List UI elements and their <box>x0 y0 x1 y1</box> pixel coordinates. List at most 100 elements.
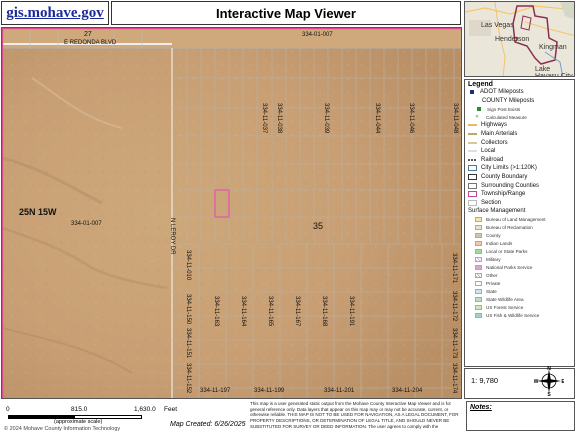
map-created-date: Map Created: 6/26/2025 <box>170 421 246 428</box>
legend-item: Surface Management <box>468 207 571 216</box>
legend-item-label: County Boundary <box>481 174 528 181</box>
legend-item-label: Calculated Measure <box>486 114 527 120</box>
legend-swatch-icon <box>468 191 477 198</box>
legend-swatch-icon <box>475 305 482 311</box>
parcel-label: 334-11-150 <box>185 294 191 325</box>
legend-item: Collectors <box>468 138 571 147</box>
site-link[interactable]: gis.mohave.gov <box>6 5 104 22</box>
legend-item-label: State Wildlife Area <box>486 297 524 303</box>
legend-item: ✕ Calculated Measure <box>468 113 571 121</box>
legend-item: County Boundary <box>468 173 571 182</box>
legend-item-label: Bureau of Land Management <box>486 217 546 223</box>
parcel-label: 334-11-038 <box>276 103 282 134</box>
legend-item-label: Surrounding Counties <box>481 182 540 189</box>
legend-item: US Forest Service <box>468 304 571 312</box>
legend-item-label: Military <box>486 257 501 263</box>
parcel-label: 334-11-151 <box>185 328 191 359</box>
legend-swatch-icon <box>468 150 477 153</box>
scale-bar-label-0: 0 <box>6 406 10 413</box>
legend-item-label: Local or State Parks <box>486 249 528 255</box>
scale-bar-unit: Feet <box>164 406 178 413</box>
legend-item-label: Railroad <box>481 156 504 163</box>
legend-item-label: US Forest Service <box>486 305 524 311</box>
legend-swatch-icon <box>475 273 482 279</box>
legend-swatch-icon <box>475 217 482 223</box>
parcel-label: 334-11-037 <box>261 103 267 134</box>
legend-item-label: ADOT Mileposts <box>480 89 524 96</box>
parcel-label-left: 334-01-007 <box>71 221 102 227</box>
township-label: 25N 15W <box>19 207 57 217</box>
legend-swatch-icon <box>468 141 477 144</box>
parcel-label: 334-11-201 <box>324 388 355 394</box>
legend-item: Railroad <box>468 156 571 165</box>
legend-item: Indian Lands <box>468 240 571 248</box>
parcel-label: 334-11-167 <box>294 296 300 327</box>
legend-swatch-icon <box>475 241 482 247</box>
south-letter: S <box>547 392 551 396</box>
legend-item-label: State <box>486 289 497 295</box>
legend-item-label: Highways <box>481 122 508 129</box>
legend-item: Township/Range <box>468 190 571 199</box>
legend-swatch-icon <box>468 124 477 127</box>
legend-swatch-icon <box>477 107 481 112</box>
legend-item-label: City Limits (>1:120K) <box>481 165 537 172</box>
legend-item-label: Private <box>486 281 501 287</box>
overview-label-kingman: Kingman <box>539 44 567 51</box>
page-title: Interactive Map Viewer <box>216 5 356 21</box>
overview-map[interactable]: Las Vegas Henderson Kingman Lake Havasu … <box>464 1 575 77</box>
legend-item: Highways <box>468 121 571 130</box>
legend-item: State Wildlife Area <box>468 296 571 304</box>
notes-box[interactable]: Notes: <box>466 401 575 431</box>
parcel-label: 334-11-171 <box>451 253 457 284</box>
legend-item: Main Arterials <box>468 130 571 139</box>
legend-swatch-icon <box>475 257 482 263</box>
legend-item-label: Indian Lands <box>486 241 513 247</box>
legend-swatch-icon <box>475 297 482 303</box>
legend-item: Local or State Parks <box>468 248 571 256</box>
parcel-label: 334-11-163 <box>213 296 219 327</box>
parcel-label: 334-11-191 <box>348 296 354 327</box>
legend-item: COUNTY Mileposts <box>468 97 571 106</box>
legend-swatch-icon <box>468 165 477 172</box>
legend-item: Military <box>468 256 571 264</box>
copyright: © 2024 Mohave County Information Technol… <box>4 426 121 432</box>
overview-label-las-vegas: Las Vegas <box>481 22 514 29</box>
scale-ratio: 1: 9,780 <box>471 376 499 385</box>
parcel-label: 334-11-204 <box>392 388 423 394</box>
legend-item: National Parks Service <box>468 264 571 272</box>
legend-item: Surrounding Counties <box>468 181 571 190</box>
section-label-35: 35 <box>313 221 324 231</box>
west-letter: W <box>534 379 539 385</box>
legend-item: ADOT Mileposts <box>468 88 571 97</box>
legend-item-label: Surface Management <box>468 208 526 215</box>
parcel-label: 334-11-010 <box>185 250 191 281</box>
legend-item: Bureau of Land Management <box>468 216 571 224</box>
parcel-label: 334-11-199 <box>254 388 285 394</box>
north-arrow-icon: N S E W <box>534 366 564 396</box>
legend-swatch-icon <box>468 199 477 206</box>
section-label-27: 27 <box>84 31 92 38</box>
map-graphic <box>2 28 461 398</box>
main-map[interactable]: 27 E REDONDA BLVD 334-01-007 334-01-007 … <box>1 27 462 399</box>
parcel-label: 334-11-197 <box>200 388 231 394</box>
parcel-label: 334-11-165 <box>267 296 273 327</box>
overview-label-henderson: Henderson <box>495 36 530 43</box>
legend-title: Legend <box>468 81 493 88</box>
legend-item: Local <box>468 147 571 156</box>
legend-item: US Fish & Wildlife Service <box>468 312 571 320</box>
parcel-label: 334-11-152 <box>185 363 191 394</box>
parcel-label: 334-11-168 <box>321 296 327 327</box>
legend-item-label: County <box>486 233 501 239</box>
legend-items: ADOT Mileposts COUNTY Mileposts Sign Post … <box>468 88 571 320</box>
parcel-label: 334-11-044 <box>374 103 380 134</box>
legend-item-label: Township/Range <box>481 191 526 198</box>
legend-swatch-icon <box>475 289 482 295</box>
legend-item-label: Main Arterials <box>481 131 518 138</box>
parcel-label: 334-11-174 <box>451 363 457 394</box>
parcel-label: 334-11-172 <box>451 291 457 322</box>
approximate-scale-note: (approximate scale) <box>54 419 103 425</box>
legend-item-label: Bureau of Reclamation <box>486 225 533 231</box>
legend-swatch-icon <box>470 90 474 95</box>
legend-item: Section <box>468 199 571 208</box>
parcel-label: 334-11-046 <box>408 103 414 134</box>
